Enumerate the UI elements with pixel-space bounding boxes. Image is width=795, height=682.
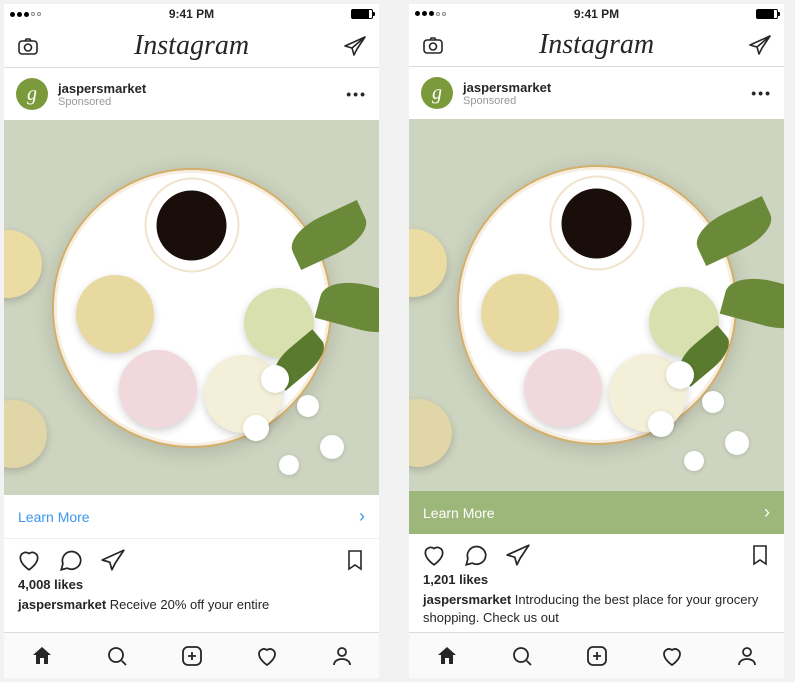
chevron-right-icon: › <box>359 506 365 527</box>
comment-button[interactable] <box>58 547 84 573</box>
direct-icon[interactable] <box>343 34 367 58</box>
status-time: 9:41 PM <box>4 7 379 21</box>
app-header: Instagram <box>4 24 379 68</box>
comment-button[interactable] <box>463 542 489 568</box>
sponsored-label: Sponsored <box>58 96 146 108</box>
share-button[interactable] <box>100 547 126 573</box>
nav-profile[interactable] <box>735 644 759 668</box>
nav-add[interactable] <box>585 644 609 668</box>
phone-mockup-left: 9:41 PM Instagram g jaspersmarket Sponso… <box>4 4 379 678</box>
status-time: 9:41 PM <box>409 7 784 21</box>
likes-count[interactable]: 4,008 likes <box>4 577 379 596</box>
more-options-button[interactable]: ••• <box>751 85 772 101</box>
camera-icon[interactable] <box>16 34 40 58</box>
app-logo: Instagram <box>539 29 654 61</box>
post-header: g jaspersmarket Sponsored ••• <box>409 67 784 119</box>
more-options-button[interactable]: ••• <box>346 86 367 102</box>
post-image[interactable] <box>409 119 784 490</box>
caption-text: Receive 20% off your entire <box>110 597 269 612</box>
app-header: Instagram <box>409 24 784 68</box>
battery-icon <box>351 9 373 19</box>
nav-add[interactable] <box>180 644 204 668</box>
post-caption: jaspersmarket Introducing the best place… <box>409 591 784 632</box>
bottom-nav <box>4 632 379 678</box>
post-caption: jaspersmarket Receive 20% off your entir… <box>4 596 379 620</box>
post-username[interactable]: jaspersmarket <box>58 81 146 96</box>
nav-activity[interactable] <box>660 644 684 668</box>
cta-button[interactable]: Learn More › <box>4 495 379 539</box>
post-header: g jaspersmarket Sponsored ••• <box>4 68 379 120</box>
nav-search[interactable] <box>105 644 129 668</box>
avatar[interactable]: g <box>16 78 48 110</box>
post-actions <box>409 534 784 572</box>
caption-username[interactable]: jaspersmarket <box>18 597 106 612</box>
bottom-nav <box>409 632 784 678</box>
status-bar: 9:41 PM <box>4 4 379 24</box>
cta-button[interactable]: Learn More › <box>409 491 784 535</box>
bookmark-button[interactable] <box>748 543 772 567</box>
like-button[interactable] <box>421 542 447 568</box>
nav-home[interactable] <box>30 644 54 668</box>
post-actions <box>4 539 379 577</box>
battery-icon <box>756 9 778 19</box>
sponsored-label: Sponsored <box>463 95 551 107</box>
nav-activity[interactable] <box>255 644 279 668</box>
nav-profile[interactable] <box>330 644 354 668</box>
direct-icon[interactable] <box>748 33 772 57</box>
chevron-right-icon: › <box>764 502 770 523</box>
cta-label: Learn More <box>423 505 495 521</box>
camera-icon[interactable] <box>421 33 445 57</box>
nav-search[interactable] <box>510 644 534 668</box>
phone-mockup-right: 9:41 PM Instagram g jaspersmarket Sponso… <box>409 4 784 678</box>
post-username[interactable]: jaspersmarket <box>463 80 551 95</box>
likes-count[interactable]: 1,201 likes <box>409 572 784 591</box>
app-logo: Instagram <box>134 30 249 62</box>
nav-home[interactable] <box>435 644 459 668</box>
share-button[interactable] <box>505 542 531 568</box>
post-image[interactable] <box>4 120 379 495</box>
caption-username[interactable]: jaspersmarket <box>423 592 511 607</box>
bookmark-button[interactable] <box>343 548 367 572</box>
avatar[interactable]: g <box>421 77 453 109</box>
status-bar: 9:41 PM <box>409 4 784 24</box>
cta-label: Learn More <box>18 509 90 525</box>
like-button[interactable] <box>16 547 42 573</box>
